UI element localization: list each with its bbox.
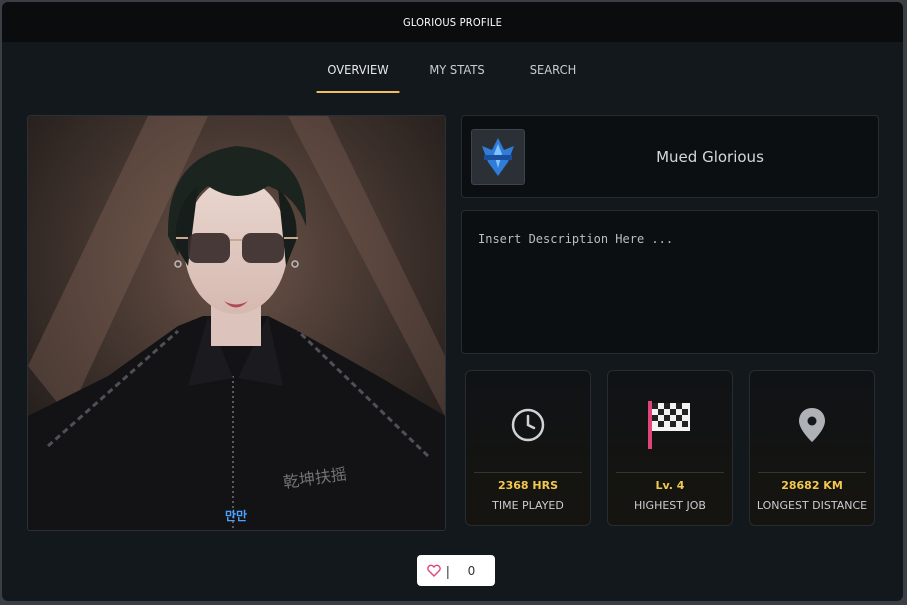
stat-label: HIGHEST JOB	[634, 499, 706, 512]
location-pin-icon	[750, 399, 874, 451]
stat-label: TIME PLAYED	[492, 499, 564, 512]
stat-divider	[616, 472, 724, 473]
description-box[interactable]: Insert Description Here ...	[461, 210, 879, 354]
clock-icon	[466, 399, 590, 451]
stat-card-time-played: 2368 HRS TIME PLAYED	[465, 370, 591, 526]
profile-window: GLORIOUS PROFILE OVERVIEW MY STATS SEARC…	[2, 2, 903, 601]
stat-value: 2368 HRS	[497, 479, 559, 492]
like-separator: |	[446, 562, 450, 579]
description-placeholder: Insert Description Here ...	[478, 232, 674, 246]
checkered-flag-icon	[608, 399, 732, 451]
tab-bar: OVERVIEW MY STATS SEARCH	[2, 62, 903, 93]
photo-watermark: 만만	[225, 508, 247, 523]
stat-label: LONGEST DISTANCE	[756, 499, 868, 512]
tab-search[interactable]: SEARCH	[516, 62, 590, 91]
clan-logo	[471, 129, 525, 185]
stat-card-longest-distance: 28682 KM LONGEST DISTANCE	[749, 370, 875, 526]
heart-icon	[427, 564, 441, 577]
window-title: GLORIOUS PROFILE	[2, 2, 903, 42]
name-card: Mued Glorious	[461, 115, 879, 198]
tab-my-stats[interactable]: MY STATS	[414, 62, 499, 91]
tab-overview[interactable]: OVERVIEW	[316, 62, 399, 93]
stat-divider	[758, 472, 866, 473]
like-count: 0	[467, 563, 476, 578]
stat-value: Lv. 4	[655, 479, 685, 492]
stat-value: 28682 KM	[781, 479, 843, 492]
stat-divider	[474, 472, 582, 473]
stat-card-highest-job: Lv. 4 HIGHEST JOB	[607, 370, 733, 526]
profile-photo: 乾坤扶摇 만만	[27, 115, 446, 531]
like-button[interactable]: | 0	[417, 555, 495, 586]
player-name: Mued Glorious	[656, 147, 764, 166]
